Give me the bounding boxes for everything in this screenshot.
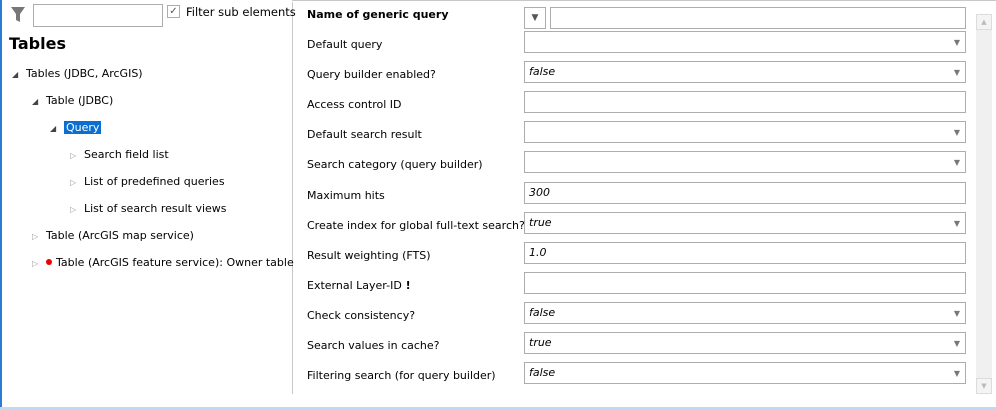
collapse-arrow-icon[interactable]: ◢ xyxy=(32,94,46,110)
scroll-down-button[interactable]: ▼ xyxy=(976,378,992,394)
expand-arrow-icon[interactable]: ▷ xyxy=(32,229,46,245)
tree-item-label: Search field list xyxy=(84,148,169,161)
name-dropdown-button[interactable]: ▼ xyxy=(524,7,546,29)
vertical-scrollbar[interactable] xyxy=(976,14,992,394)
field-value: false xyxy=(529,366,556,380)
field-label-text: Result weighting (FTS) xyxy=(307,248,431,262)
tree-item[interactable]: ▷ Table (ArcGIS feature service): Owner t… xyxy=(32,255,294,271)
field-label: Search category (query builder) xyxy=(307,158,483,171)
field-label: Default search result xyxy=(307,128,422,141)
dropdown-field[interactable]: false ▼ xyxy=(524,362,966,385)
expand-arrow-icon[interactable]: ▷ xyxy=(70,175,84,191)
field-label: Query builder enabled? xyxy=(307,68,436,81)
chevron-down-icon[interactable]: ▼ xyxy=(954,126,960,140)
chevron-down-icon[interactable]: ▼ xyxy=(954,367,960,381)
tree-item-label: Tables (JDBC, ArcGIS) xyxy=(26,67,143,80)
field-label: External Layer-ID ! xyxy=(307,279,411,292)
pane-splitter[interactable] xyxy=(292,2,293,394)
required-marker: ! xyxy=(405,278,411,292)
field-label-text: Create index for global full-text search… xyxy=(307,218,525,232)
tree-item-label: Table (ArcGIS feature service): Owner ta… xyxy=(56,256,294,269)
chevron-down-icon[interactable]: ▼ xyxy=(954,66,960,80)
field-value: 300 xyxy=(529,185,550,199)
funnel-icon[interactable] xyxy=(10,6,26,24)
field-label: Maximum hits xyxy=(307,189,385,202)
field-label-text: Default search result xyxy=(307,128,422,142)
field-label-text: Access control ID xyxy=(307,98,402,112)
tree-item-label: Table (ArcGIS map service) xyxy=(46,229,194,242)
field-value: false xyxy=(529,305,556,319)
field-value: 1.0 xyxy=(529,245,547,259)
name-of-generic-query-input[interactable] xyxy=(550,7,966,29)
field-value: false xyxy=(529,65,556,79)
collapse-arrow-icon[interactable]: ◢ xyxy=(50,121,64,137)
error-dot-icon xyxy=(46,259,52,265)
text-field[interactable] xyxy=(524,271,966,294)
field-label: Check consistency? xyxy=(307,309,415,322)
tree-item[interactable]: ◢ Table (JDBC) xyxy=(32,93,113,109)
field-label: Create index for global full-text search… xyxy=(307,219,525,232)
dropdown-field[interactable]: false ▼ xyxy=(524,301,966,324)
field-label: Search values in cache? xyxy=(307,339,440,352)
field-label-text: Search values in cache? xyxy=(307,339,440,352)
field-label-text: External Layer-ID xyxy=(307,278,402,292)
field-value: true xyxy=(529,336,552,349)
tree-item-label: Table (JDBC) xyxy=(46,94,114,107)
dropdown-field[interactable]: false ▼ xyxy=(524,61,966,84)
expand-arrow-icon[interactable]: ▷ xyxy=(70,148,84,164)
collapse-arrow-icon[interactable]: ◢ xyxy=(12,67,26,83)
field-label: Result weighting (FTS) xyxy=(307,249,431,262)
dropdown-field[interactable]: ▼ xyxy=(524,31,966,53)
tree-item[interactable]: ▷ List of search result views xyxy=(70,201,227,217)
window-border xyxy=(0,0,2,409)
chevron-down-icon[interactable]: ▼ xyxy=(954,217,960,231)
expand-arrow-icon[interactable]: ▷ xyxy=(70,202,84,218)
tree-item[interactable]: ▷ Search field list xyxy=(70,147,169,163)
tree-item-label: List of search result views xyxy=(84,202,227,215)
filter-input[interactable] xyxy=(33,4,163,27)
text-field[interactable]: 1.0 xyxy=(524,241,966,264)
text-field[interactable]: 300 xyxy=(524,181,966,204)
field-label-text: Check consistency? xyxy=(307,308,416,322)
field-value: true xyxy=(529,215,552,229)
dropdown-field[interactable]: ▼ xyxy=(524,121,966,144)
chevron-down-icon[interactable]: ▼ xyxy=(954,156,960,170)
scroll-up-button[interactable]: ▲ xyxy=(976,14,992,30)
field-label-text: Filtering search (for query builder) xyxy=(307,369,496,383)
filter-sub-elements-checkbox[interactable]: ✓ xyxy=(167,5,180,18)
chevron-down-icon[interactable]: ▼ xyxy=(954,307,960,321)
chevron-down-icon[interactable]: ▼ xyxy=(954,36,960,50)
dropdown-field[interactable]: true ▼ xyxy=(524,211,966,234)
tree-item[interactable]: ▷ List of predefined queries xyxy=(70,174,225,190)
text-field[interactable] xyxy=(524,91,966,114)
chevron-down-icon[interactable]: ▼ xyxy=(954,337,960,351)
name-of-generic-query-label: Name of generic query xyxy=(307,8,449,21)
tree-title: Tables xyxy=(9,34,66,53)
tree-item-label: List of predefined queries xyxy=(84,175,225,188)
dropdown-field[interactable]: true ▼ xyxy=(524,332,966,354)
tree-item[interactable]: ◢ Tables (JDBC, ArcGIS) xyxy=(12,66,143,82)
field-label: Access control ID xyxy=(307,98,402,111)
tree-item[interactable]: ▷ Table (ArcGIS map service) xyxy=(32,228,194,244)
tree-item-label: Query xyxy=(64,121,102,134)
tree-item[interactable]: ◢ Query xyxy=(50,120,102,137)
panel-border xyxy=(292,0,996,1)
field-label-text: Query builder enabled? xyxy=(307,68,436,82)
field-label-text: Default query xyxy=(307,38,383,51)
dropdown-field[interactable]: ▼ xyxy=(524,151,966,174)
field-label: Default query xyxy=(307,38,382,51)
filter-sub-elements-label: Filter sub elements xyxy=(186,5,296,19)
field-label-text: Maximum hits xyxy=(307,188,385,202)
field-label: Filtering search (for query builder) xyxy=(307,369,496,382)
expand-arrow-icon[interactable]: ▷ xyxy=(32,256,46,272)
field-label-text: Search category (query builder) xyxy=(307,158,483,172)
